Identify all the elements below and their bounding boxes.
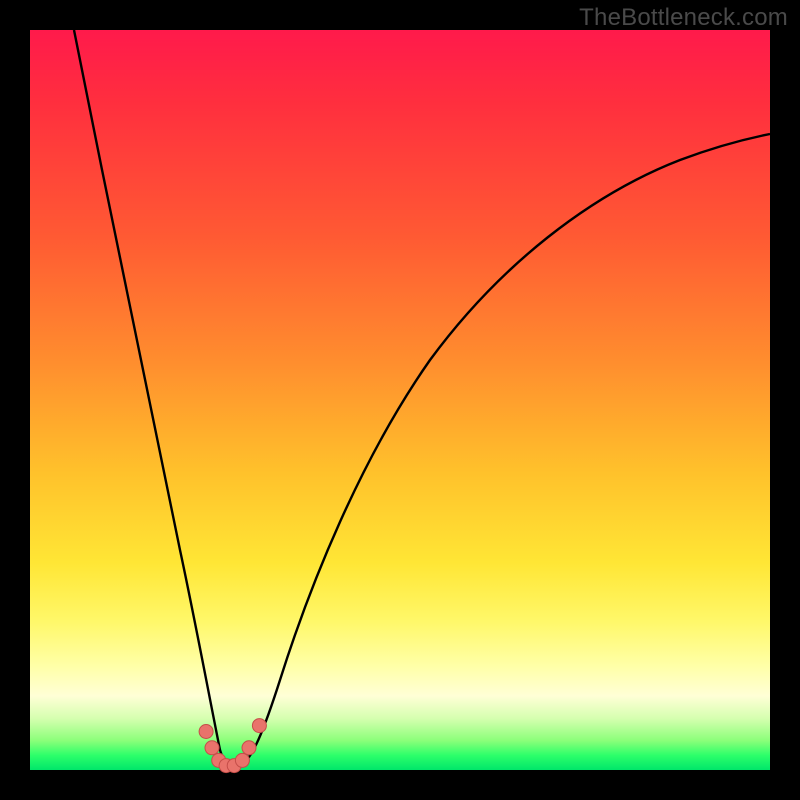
trough-marker: [199, 725, 213, 739]
curve-left: [74, 30, 230, 766]
plot-area: [30, 30, 770, 770]
trough-marker: [205, 741, 219, 755]
trough-marker: [252, 719, 266, 733]
trough-marker: [242, 741, 256, 755]
chart-frame: TheBottleneck.com: [0, 0, 800, 800]
curve-right: [240, 134, 770, 766]
trough-marker: [235, 753, 249, 767]
bottleneck-curve: [30, 30, 770, 770]
watermark-text: TheBottleneck.com: [579, 4, 788, 32]
